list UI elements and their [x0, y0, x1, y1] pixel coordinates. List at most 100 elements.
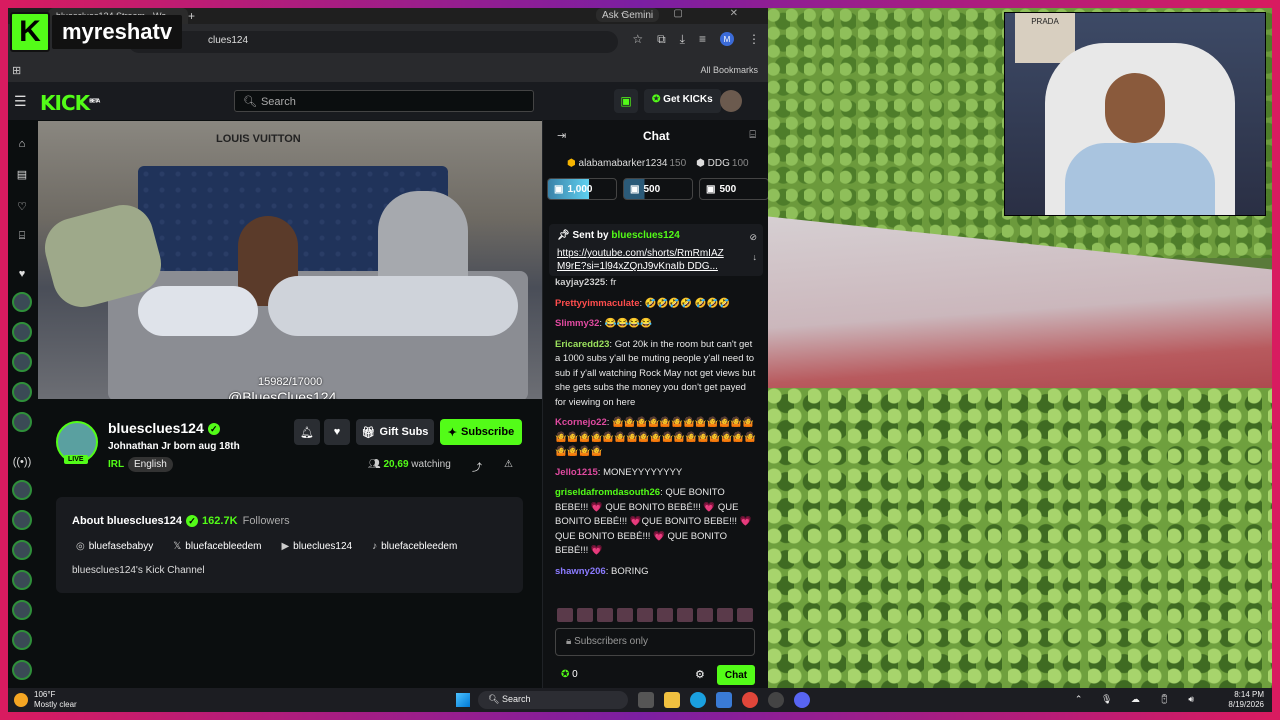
- get-kicks-button[interactable]: ✪ Get KICKs: [644, 89, 721, 113]
- search-input[interactable]: 🔍︎ Search: [234, 90, 534, 112]
- emote[interactable]: [617, 608, 633, 622]
- social-handle: bluefacebleedem: [185, 541, 262, 552]
- all-bookmarks-link[interactable]: All Bookmarks: [700, 65, 758, 75]
- hamburger-icon[interactable]: ☰: [14, 93, 27, 110]
- channel-avatar[interactable]: [12, 292, 32, 312]
- browse-icon[interactable]: ▤: [12, 164, 32, 184]
- weather-widget[interactable]: 106°F Mostly clear: [14, 690, 77, 710]
- channel-name[interactable]: bluesclues124 ✓: [108, 420, 220, 436]
- taskbar-search[interactable]: 🔍︎ Search: [478, 691, 628, 709]
- channel-avatar[interactable]: [12, 352, 32, 372]
- emote[interactable]: [717, 608, 733, 622]
- chat-username[interactable]: Jello1215: [555, 467, 598, 478]
- follow-button[interactable]: ♥: [324, 419, 350, 445]
- drops-button[interactable]: ▣: [614, 89, 638, 113]
- leader-item[interactable]: ⬢ DDG 100: [696, 158, 748, 169]
- leader-value: 150: [669, 158, 687, 169]
- hide-pin-icon[interactable]: ⊘: [749, 232, 757, 243]
- extensions-icon[interactable]: ⧉: [657, 32, 666, 47]
- profile-avatar[interactable]: M: [720, 32, 734, 46]
- chat-username[interactable]: Slimmy32: [555, 318, 599, 329]
- emote[interactable]: [557, 608, 573, 622]
- chat-username[interactable]: Kcornejo22: [555, 417, 607, 428]
- emote[interactable]: [657, 608, 673, 622]
- store-icon[interactable]: [716, 692, 732, 708]
- chrome-icon[interactable]: [742, 692, 758, 708]
- emote[interactable]: [677, 608, 693, 622]
- gift-card[interactable]: ▣ 500: [623, 178, 693, 200]
- menu-icon[interactable]: ⋮: [748, 32, 760, 47]
- user-avatar[interactable]: [720, 90, 742, 112]
- url-field[interactable]: clues124: [128, 31, 618, 53]
- social-link-x[interactable]: 𝕏bluefacebleedem: [173, 541, 261, 552]
- kicks-balance[interactable]: ✪ 0: [561, 669, 578, 680]
- channel-avatar[interactable]: [12, 570, 32, 590]
- report-icon[interactable]: ⚠: [504, 459, 513, 470]
- emote[interactable]: [737, 608, 753, 622]
- apps-icon[interactable]: ⊞: [12, 64, 21, 77]
- obs-icon[interactable]: [768, 692, 784, 708]
- clock[interactable]: 8:14 PM 8/19/2026: [1228, 690, 1264, 710]
- chat-username[interactable]: Ericaredd23: [555, 339, 609, 350]
- instagram-icon: ◎: [76, 541, 85, 552]
- kick-logo[interactable]: KICKBETA: [40, 91, 100, 115]
- window-controls[interactable]: – ▢ ✕: [621, 8, 760, 19]
- channel-avatar[interactable]: [12, 382, 32, 402]
- chat-username[interactable]: Prettyyimmaculate: [555, 298, 639, 309]
- file-explorer-icon[interactable]: [664, 692, 680, 708]
- home-icon[interactable]: ⌂: [12, 134, 32, 154]
- channel-avatar[interactable]: [12, 630, 32, 650]
- leaderboard-icon[interactable]: ⌸: [749, 129, 756, 142]
- discord-icon[interactable]: [794, 692, 810, 708]
- channel-avatar[interactable]: [12, 322, 32, 342]
- subscribe-button[interactable]: ✦ Subscribe: [440, 419, 522, 445]
- emote[interactable]: [597, 608, 613, 622]
- edge-icon[interactable]: [690, 692, 706, 708]
- gift-card[interactable]: ▣ 1,000: [547, 178, 617, 200]
- pinned-link[interactable]: https://youtube.com/shorts/RmRmIAZ M9rE?s…: [557, 247, 755, 273]
- sun-icon: [14, 693, 28, 707]
- trophy-icon: ⬢: [567, 158, 579, 169]
- category-link[interactable]: IRL: [108, 459, 124, 470]
- notify-button[interactable]: 🔔︎: [294, 419, 320, 445]
- windows-start-icon[interactable]: [456, 693, 470, 707]
- media-icon[interactable]: ≡: [699, 32, 706, 47]
- system-tray-icons[interactable]: ⌃ 🎙︎ ☁ 🔋︎ 🔊︎: [1075, 694, 1202, 705]
- about-heading: About bluesclues124: [72, 515, 183, 527]
- social-handle: bluefasebabyy: [88, 541, 154, 552]
- channel-avatar[interactable]: [12, 510, 32, 530]
- gift-card[interactable]: ▣ 500: [699, 178, 769, 200]
- task-view-icon[interactable]: [638, 692, 654, 708]
- download-icon[interactable]: ⤓: [680, 32, 685, 47]
- expand-pin-icon[interactable]: ↓: [753, 252, 758, 262]
- emote[interactable]: [577, 608, 593, 622]
- leaderboard-icon[interactable]: ⌸: [12, 226, 32, 246]
- star-icon[interactable]: ☆: [632, 32, 643, 47]
- language-tag[interactable]: English: [128, 457, 173, 472]
- channel-avatar[interactable]: [12, 412, 32, 432]
- gift-subs-button[interactable]: 🎁︎ Gift Subs: [356, 419, 434, 445]
- video-player[interactable]: LOUIS VUITTON 15982/17000 @BluesClues124: [38, 121, 542, 399]
- emote[interactable]: [697, 608, 713, 622]
- chat-username[interactable]: shawny206: [555, 566, 606, 577]
- send-chat-button[interactable]: Chat: [717, 665, 755, 685]
- social-link-youtube[interactable]: ▶ blueclues124: [281, 541, 352, 552]
- channel-avatar[interactable]: [12, 600, 32, 620]
- emote[interactable]: [637, 608, 653, 622]
- share-icon[interactable]: ⤴: [472, 459, 482, 474]
- channel-avatar[interactable]: [12, 660, 32, 680]
- chat-username[interactable]: griseldafromdasouth26: [555, 487, 660, 498]
- chat-input[interactable]: 🔒︎ Subscribers only: [555, 628, 755, 656]
- social-link-tiktok[interactable]: ♪ bluefacebleedem: [372, 541, 457, 552]
- chat-username[interactable]: kayjay2325: [555, 277, 605, 288]
- channel-avatar[interactable]: [12, 540, 32, 560]
- following-icon[interactable]: ♡: [12, 196, 32, 216]
- collapse-chat-icon[interactable]: ⇥: [557, 129, 566, 142]
- pinned-user[interactable]: bluesclues124: [611, 230, 679, 241]
- leader-item[interactable]: ⬢ alabamabarker1234 150: [567, 158, 686, 169]
- lock-icon: 🔒︎: [566, 636, 575, 647]
- gear-icon[interactable]: ⚙: [695, 668, 705, 681]
- new-tab-button[interactable]: +: [188, 9, 195, 23]
- social-link-instagram[interactable]: ◎ bluefasebabyy: [76, 541, 153, 552]
- channel-avatar[interactable]: [12, 480, 32, 500]
